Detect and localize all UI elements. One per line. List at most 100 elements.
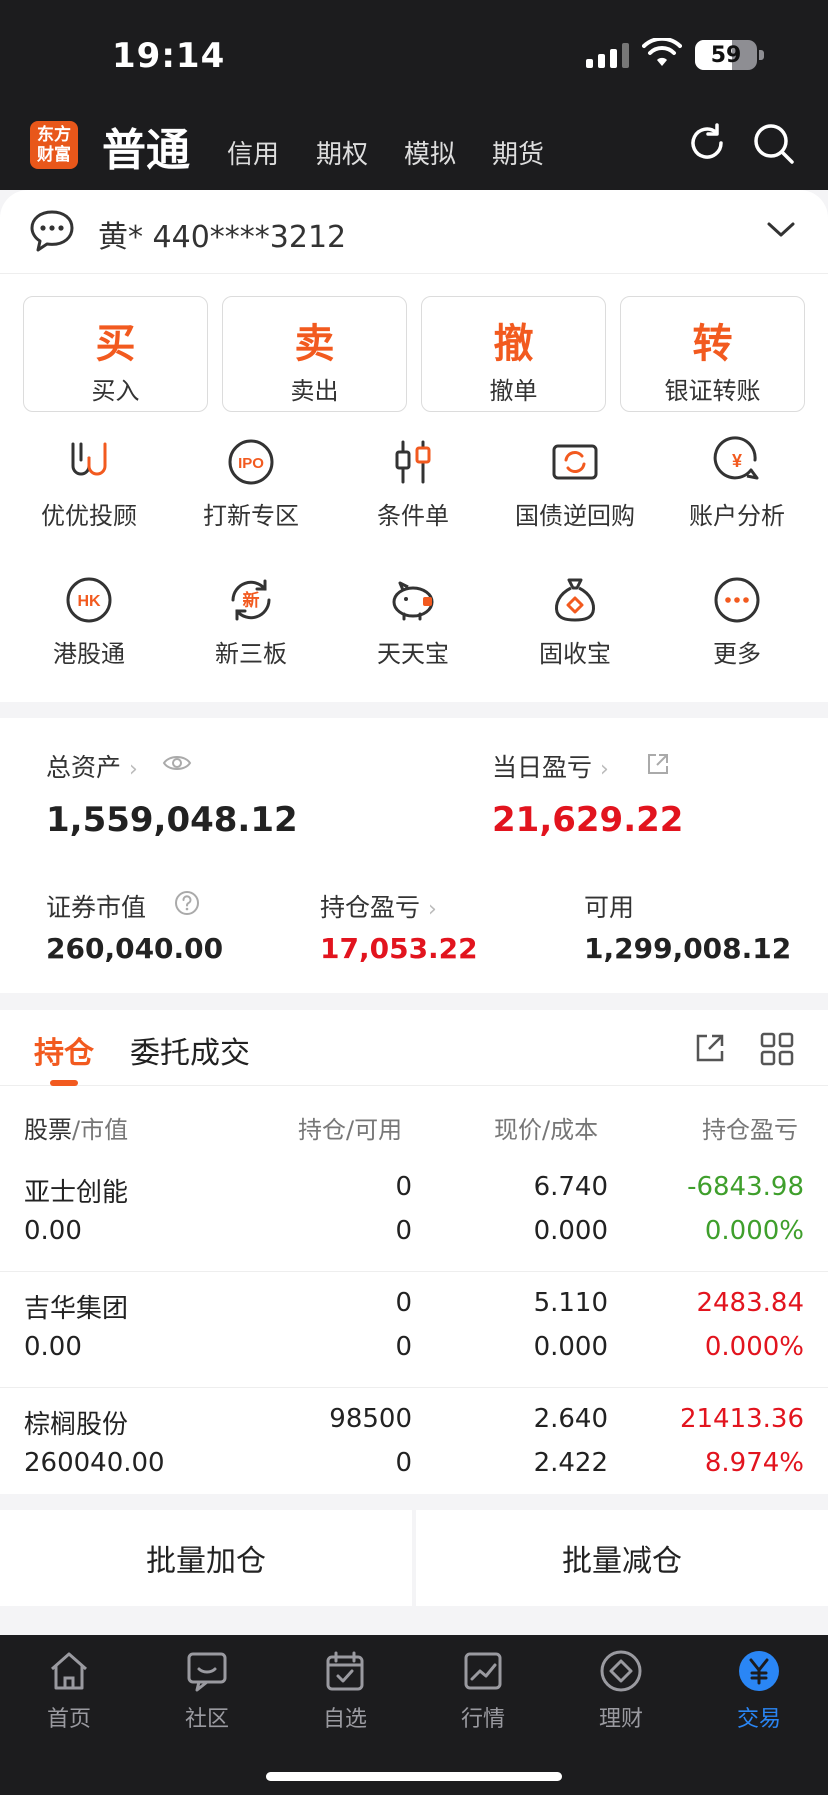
buy-button[interactable]: 买 买入 (23, 296, 208, 412)
func-conditional-order[interactable]: 条件单 (332, 436, 494, 531)
grid-view-icon[interactable] (760, 1032, 794, 1066)
cancel-order-button[interactable]: 撤 撤单 (421, 296, 606, 412)
col-head-position: 持仓/可用 (298, 1116, 403, 1144)
hk-icon: HK (66, 577, 112, 623)
stock-name: 亚士创能 (24, 1178, 129, 1208)
func-analysis-label: 账户分析 (689, 502, 785, 530)
nav-watchlist[interactable]: 自选 (276, 1649, 414, 1733)
buy-label: 买入 (91, 377, 140, 405)
stock-position: 98500 (329, 1404, 412, 1434)
export-icon[interactable] (694, 1032, 726, 1064)
market-value-label: 证券市值 (46, 893, 147, 922)
col-head-price: 现价/成本 (494, 1116, 599, 1144)
stock-market-value: 260040.00 (24, 1448, 165, 1478)
total-assets-label[interactable]: 总资产 › (46, 748, 138, 784)
stock-available: 0 (395, 1448, 412, 1478)
func-ipo[interactable]: IPO 打新专区 (170, 436, 332, 531)
analysis-icon: ¥ (713, 436, 759, 480)
community-icon (187, 1652, 227, 1692)
stock-name: 棕榈股份 (24, 1410, 129, 1440)
holdings-tabs: 持仓 委托成交 (0, 1010, 828, 1086)
account-selector[interactable]: 黄* 440****3212 (0, 190, 828, 274)
tab-futures[interactable]: 期货 (492, 134, 544, 171)
position-pl-label[interactable]: 持仓盈亏 › (320, 888, 437, 924)
trade-icon (739, 1651, 779, 1691)
account-number: 黄* 440****3212 (98, 220, 347, 255)
tab-positions[interactable]: 持仓 (34, 1028, 94, 1072)
bottom-nav: 首页 社区 自选 行情 理财 交易 (0, 1635, 828, 1795)
nav-market[interactable]: 行情 (414, 1649, 552, 1733)
battery-percent: 59 (710, 42, 742, 68)
help-icon[interactable] (174, 890, 200, 916)
chevron-right-icon: › (427, 897, 437, 922)
stock-cost: 2.422 (533, 1448, 608, 1478)
chevron-down-icon[interactable] (766, 220, 796, 240)
share-icon[interactable] (646, 752, 670, 776)
stock-pl-pct: 8.974% (704, 1448, 804, 1478)
func-neeq[interactable]: 新 新三板 (170, 574, 332, 669)
status-time: 19:14 (112, 36, 226, 76)
nav-wealth[interactable]: 理财 (552, 1649, 690, 1733)
batch-add-button[interactable]: 批量加仓 (0, 1510, 412, 1606)
func-tiantianbao-label: 天天宝 (377, 640, 449, 668)
search-icon[interactable] (752, 122, 796, 166)
stock-position: 0 (395, 1288, 412, 1318)
bank-transfer-button[interactable]: 转 银证转账 (620, 296, 805, 412)
daily-pl-label[interactable]: 当日盈亏 › (492, 748, 609, 784)
stock-market-value: 0.00 (24, 1216, 82, 1246)
refresh-icon[interactable] (686, 122, 728, 164)
market-icon (464, 1652, 502, 1690)
stock-available: 0 (395, 1216, 412, 1246)
market-value: 260,040.00 (46, 932, 224, 965)
func-account-analysis[interactable]: ¥ 账户分析 (656, 436, 818, 531)
stock-price: 5.110 (533, 1288, 608, 1318)
tab-orders[interactable]: 委托成交 (130, 1028, 250, 1072)
func-fixed-income[interactable]: 固收宝 (494, 574, 656, 669)
func-neeq-label: 新三板 (215, 640, 287, 668)
transfer-label: 银证转账 (664, 377, 761, 405)
chevron-right-icon: › (128, 757, 138, 782)
table-row[interactable]: 棕榈股份 260040.00 98500 0 2.640 2.422 21413… (0, 1388, 828, 1504)
func-repo-label: 国债逆回购 (515, 502, 635, 530)
nav-watchlist-label: 自选 (322, 1707, 367, 1732)
table-row[interactable]: 吉华集团 0.00 0 0 5.110 0.000 2483.84 0.000% (0, 1272, 828, 1388)
stock-price: 2.640 (533, 1404, 608, 1434)
tab-credit[interactable]: 信用 (227, 134, 279, 171)
func-repo[interactable]: 国债逆回购 (494, 436, 656, 531)
func-more[interactable]: 更多 (656, 574, 818, 669)
nav-community[interactable]: 社区 (138, 1649, 276, 1733)
func-advisor[interactable]: 优优投顾 (8, 436, 170, 531)
func-fixed-income-label: 固收宝 (539, 640, 611, 668)
nav-community-label: 社区 (184, 1707, 229, 1732)
stock-cost: 0.000 (533, 1216, 608, 1246)
col-head-stock: 股票/市值 (24, 1116, 129, 1144)
func-advisor-label: 优优投顾 (41, 502, 137, 530)
advisor-icon (71, 442, 107, 476)
func-more-label: 更多 (713, 640, 761, 668)
func-hk-connect[interactable]: HK 港股通 (8, 574, 170, 669)
app-header: 东方财富 普通 信用 期权 模拟 期货 (0, 108, 828, 190)
eye-icon[interactable] (162, 752, 192, 774)
func-tiantianbao[interactable]: 天天宝 (332, 574, 494, 669)
batch-reduce-button[interactable]: 批量减仓 (416, 1510, 828, 1606)
cancel-glyph: 撤 (493, 321, 534, 367)
stock-market-value: 0.00 (24, 1332, 82, 1362)
nav-home[interactable]: 首页 (0, 1649, 138, 1733)
table-row[interactable]: 亚士创能 0.00 0 0 6.740 0.000 -6843.98 0.000… (0, 1156, 828, 1272)
wifi-icon (642, 38, 682, 66)
stock-pl: -6843.98 (687, 1172, 804, 1202)
quick-actions: 买 买入 卖 卖出 撤 撤单 转 银证转账 优优投顾 IPO 打新专区 条件单 … (0, 274, 828, 702)
func-hk-label: 港股通 (53, 640, 125, 668)
piggy-icon (392, 581, 434, 621)
signal-icon (586, 42, 629, 68)
cancel-label: 撤单 (489, 377, 538, 405)
sell-button[interactable]: 卖 卖出 (222, 296, 407, 412)
home-indicator[interactable] (266, 1772, 562, 1781)
asset-summary: 总资产 › 1,559,048.12 当日盈亏 › 21,629.22 证券市值… (0, 718, 828, 993)
tab-normal[interactable]: 普通 (102, 114, 190, 178)
tab-simulation[interactable]: 模拟 (404, 134, 456, 171)
home-icon (51, 1652, 87, 1690)
tab-options[interactable]: 期权 (316, 134, 368, 171)
chevron-right-icon: › (599, 757, 609, 782)
nav-trade[interactable]: 交易 (690, 1649, 828, 1733)
